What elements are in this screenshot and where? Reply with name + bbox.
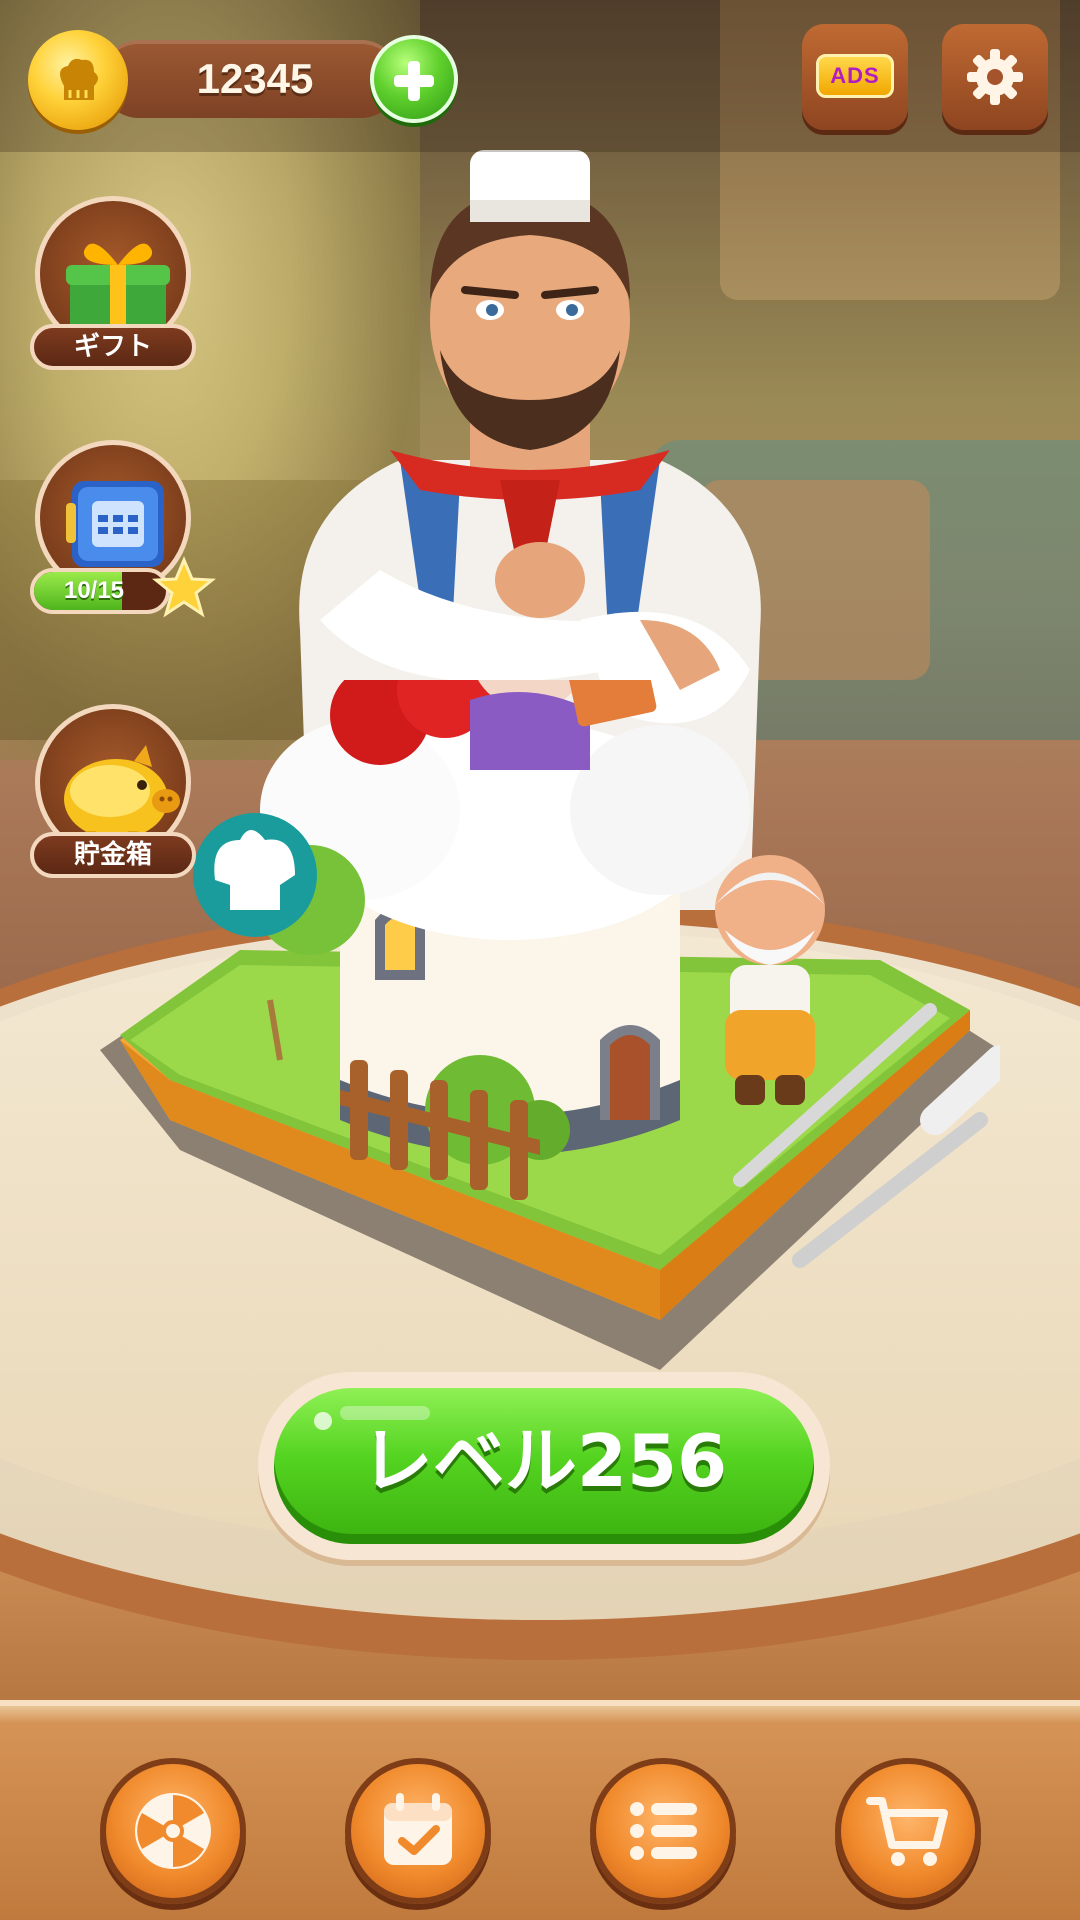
level-label: レベル256	[360, 1419, 728, 1503]
cart-icon	[866, 1797, 948, 1866]
ads-label: ADS	[830, 63, 880, 88]
coin-counter[interactable]: 12345	[100, 40, 400, 118]
list-icon	[630, 1802, 697, 1860]
play-level-button[interactable]: レベル256	[274, 1388, 814, 1544]
add-coins-button[interactable]	[370, 35, 458, 123]
vault-progress-text: 10/15	[63, 577, 125, 604]
play-level-button-frame: レベル256	[258, 1372, 830, 1560]
bottom-nav	[0, 1700, 1080, 1920]
vault-progress-bar: 10/15	[30, 568, 170, 614]
coin-icon	[28, 30, 128, 130]
ads-badge: ADS	[816, 54, 894, 98]
gear-icon	[967, 49, 1023, 105]
nav-shop-button[interactable]	[835, 1758, 981, 1904]
coin-amount: 12345	[196, 55, 314, 102]
settings-button[interactable]	[942, 24, 1048, 130]
gift-label: ギフト	[30, 324, 196, 370]
wheel-icon	[135, 1793, 211, 1869]
nav-wheel-button[interactable]	[100, 1758, 246, 1904]
game-home-screen: 12345 ADS ギフト 10/15 貯金箱 レベル256	[0, 0, 1080, 1920]
remove-ads-button[interactable]: ADS	[802, 24, 908, 130]
cake-house-diorama	[100, 680, 1000, 1370]
nav-calendar-button[interactable]	[345, 1758, 491, 1904]
star-icon	[152, 556, 216, 618]
chef-hat-icon	[60, 58, 98, 100]
nav-list-button[interactable]	[590, 1758, 736, 1904]
piggy-bank-label: 貯金箱	[30, 832, 196, 878]
calendar-icon	[384, 1793, 452, 1865]
gift-box-icon	[66, 243, 170, 333]
